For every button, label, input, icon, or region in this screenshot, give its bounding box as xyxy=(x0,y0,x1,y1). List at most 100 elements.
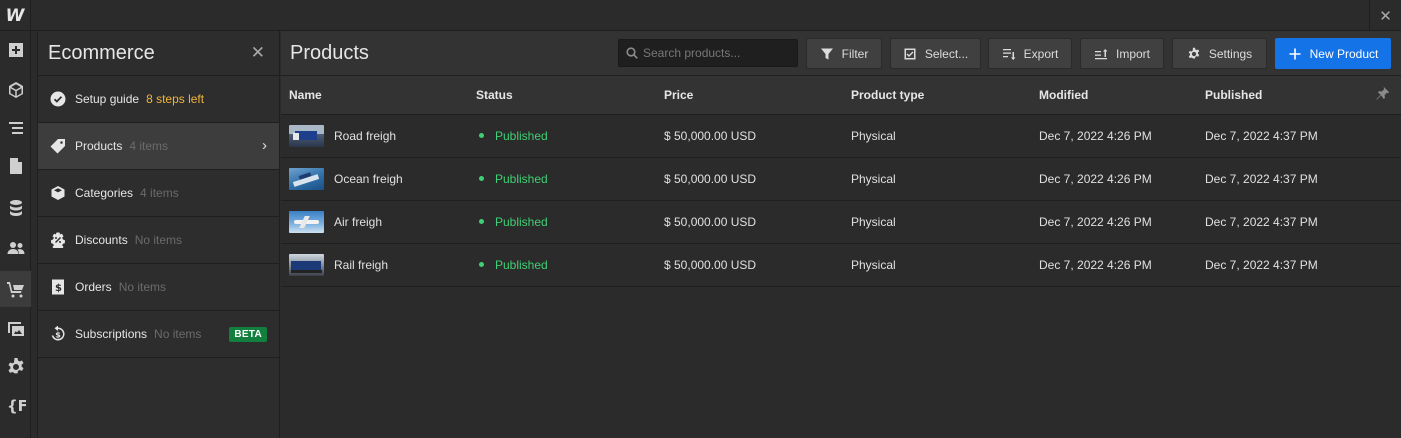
receipt-icon: $ xyxy=(50,279,66,295)
gear-icon xyxy=(1188,47,1200,58)
panel-item-label: Setup guide xyxy=(75,92,140,106)
status-label: Published xyxy=(495,214,548,229)
panel-item-count: 4 items xyxy=(140,186,179,200)
panel-item-subscriptions[interactable]: $ Subscriptions No items BETA xyxy=(38,311,279,358)
products-table: Name Status Price Product type Modified … xyxy=(281,76,1401,287)
panel-item-setup-guide[interactable]: Setup guide 8 steps left xyxy=(38,76,279,123)
status-dot xyxy=(479,262,484,267)
status-label: Published xyxy=(495,171,548,186)
panel-item-discounts[interactable]: Discounts No items xyxy=(38,217,279,264)
product-price: $ 50,000.00 USD xyxy=(656,157,843,201)
panel-item-count: 4 items xyxy=(129,139,169,153)
table-row[interactable]: Road freigh Published $ 50,000.00 USD Ph… xyxy=(281,114,1401,158)
tag-icon xyxy=(50,138,66,154)
main-header: Products Filter Select... Export Import … xyxy=(281,31,1401,76)
filter-button[interactable]: Filter xyxy=(806,38,882,69)
import-icon xyxy=(1094,48,1108,59)
subscription-icon: $ xyxy=(50,326,66,342)
box-icon[interactable] xyxy=(0,72,31,108)
apps-icon[interactable]: {F xyxy=(0,387,31,423)
product-name[interactable]: Rail freigh xyxy=(334,258,388,272)
table-row[interactable]: Air freigh Published $ 50,000.00 USD Phy… xyxy=(281,200,1401,244)
panel-item-orders[interactable]: $ Orders No items xyxy=(38,264,279,311)
cms-database-icon[interactable] xyxy=(0,190,31,226)
product-thumbnail xyxy=(289,124,324,147)
column-header-status[interactable]: Status xyxy=(468,76,656,115)
svg-text:$: $ xyxy=(55,331,61,340)
panel-item-count: No items xyxy=(154,327,202,341)
new-product-label: New Product xyxy=(1309,46,1379,61)
panel-title: Ecommerce xyxy=(48,42,155,64)
svg-text:{F: {F xyxy=(7,397,26,415)
panel-item-categories[interactable]: Categories 4 items xyxy=(38,170,279,217)
ecommerce-cart-icon[interactable] xyxy=(0,271,31,307)
status-label: Published xyxy=(495,128,548,143)
status-badge: Published xyxy=(476,215,656,229)
product-price: $ 50,000.00 USD xyxy=(656,114,843,158)
close-icon[interactable]: ✕ xyxy=(1369,0,1401,31)
import-button[interactable]: Import xyxy=(1080,38,1164,69)
product-published: Dec 7, 2022 4:37 PM xyxy=(1197,157,1401,201)
panel-item-label: Products xyxy=(75,139,123,153)
check-circle-icon xyxy=(50,91,66,107)
settings-gear-icon[interactable] xyxy=(0,349,31,385)
panel-item-products[interactable]: Products 4 items › xyxy=(38,123,279,170)
pages-icon[interactable] xyxy=(0,148,31,184)
assets-icon[interactable] xyxy=(0,310,31,346)
users-icon[interactable] xyxy=(0,230,31,266)
product-price: $ 50,000.00 USD xyxy=(656,200,843,244)
product-type: Physical xyxy=(843,243,1031,287)
products-main: Products Filter Select... Export Import … xyxy=(281,31,1401,438)
product-type: Physical xyxy=(843,114,1031,158)
column-header-name[interactable]: Name xyxy=(281,76,468,115)
select-label: Select... xyxy=(924,46,969,61)
product-name[interactable]: Road freigh xyxy=(334,129,396,143)
column-header-modified[interactable]: Modified xyxy=(1031,76,1197,115)
webflow-logo[interactable]: W xyxy=(0,0,31,31)
navigator-icon[interactable] xyxy=(0,110,31,146)
page-title: Products xyxy=(290,42,369,64)
column-header-product-type[interactable]: Product type xyxy=(843,76,1031,115)
product-published: Dec 7, 2022 4:37 PM xyxy=(1197,114,1401,158)
status-dot xyxy=(479,219,484,224)
export-icon xyxy=(1002,48,1016,60)
status-dot xyxy=(479,176,484,181)
table-row[interactable]: Rail freigh Published $ 50,000.00 USD Ph… xyxy=(281,243,1401,287)
product-name[interactable]: Air freigh xyxy=(334,215,382,229)
search-input[interactable] xyxy=(643,46,793,60)
select-button[interactable]: Select... xyxy=(890,38,981,69)
panel-item-label: Discounts xyxy=(75,233,128,247)
export-label: Export xyxy=(1023,46,1059,61)
beta-badge: BETA xyxy=(229,327,267,342)
import-label: Import xyxy=(1115,46,1150,61)
product-type: Physical xyxy=(843,157,1031,201)
table-row[interactable]: Ocean freigh Published $ 50,000.00 USD P… xyxy=(281,157,1401,201)
export-button[interactable]: Export xyxy=(988,38,1072,69)
settings-button[interactable]: Settings xyxy=(1172,38,1267,69)
panel-item-count: No items xyxy=(118,280,167,294)
status-badge: Published xyxy=(476,129,656,143)
new-product-button[interactable]: New Product xyxy=(1275,38,1391,69)
table-header-row: Name Status Price Product type Modified … xyxy=(281,76,1401,115)
search-box[interactable] xyxy=(618,39,798,67)
product-modified: Dec 7, 2022 4:26 PM xyxy=(1031,200,1197,244)
left-icon-rail: {F xyxy=(0,31,31,438)
top-bar: W ✕ xyxy=(0,0,1401,31)
panel-close-icon[interactable]: ✕ xyxy=(251,43,265,63)
ecommerce-panel: Ecommerce ✕ Setup guide 8 steps left Pro… xyxy=(37,31,280,438)
panel-item-count: No items xyxy=(134,233,183,247)
filter-label: Filter xyxy=(841,46,869,61)
column-header-price[interactable]: Price xyxy=(656,76,843,115)
filter-icon xyxy=(820,48,833,59)
product-name[interactable]: Ocean freigh xyxy=(334,172,403,186)
panel-item-label: Orders xyxy=(75,280,112,294)
pin-icon[interactable] xyxy=(1375,86,1390,104)
product-modified: Dec 7, 2022 4:26 PM xyxy=(1031,114,1197,158)
panel-item-count: 8 steps left xyxy=(146,92,205,106)
status-label: Published xyxy=(495,257,548,272)
panel-item-label: Subscriptions xyxy=(75,327,148,341)
column-header-published[interactable]: Published xyxy=(1197,76,1401,115)
add-icon[interactable] xyxy=(0,32,31,68)
product-published: Dec 7, 2022 4:37 PM xyxy=(1197,243,1401,287)
status-dot xyxy=(479,133,484,138)
